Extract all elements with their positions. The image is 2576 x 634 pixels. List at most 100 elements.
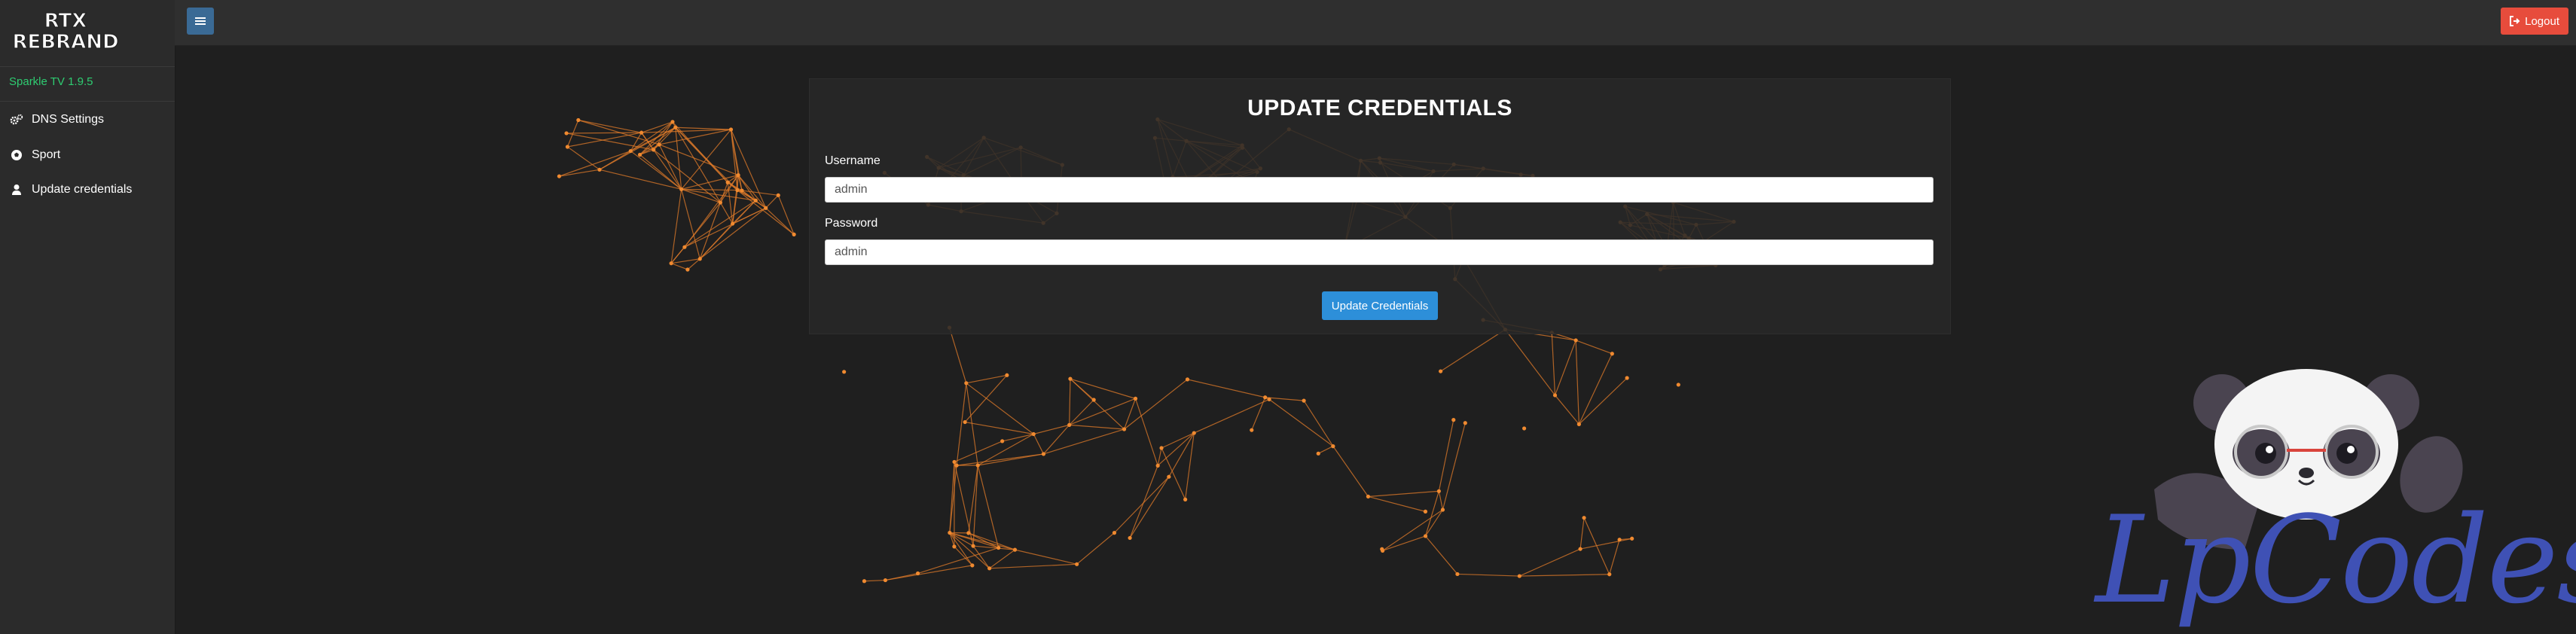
network-node (966, 531, 971, 535)
username-label: Username (825, 154, 881, 167)
network-line (1268, 398, 1334, 447)
network-line (1425, 509, 1443, 537)
network-node (597, 167, 602, 172)
network-line (1043, 428, 1125, 455)
network-node (685, 267, 690, 272)
network-node (862, 579, 867, 584)
network-line (972, 465, 978, 547)
network-line (1157, 432, 1195, 466)
update-credentials-button[interactable]: Update Credentials (1322, 291, 1438, 320)
sidebar-item-label: Sport (32, 148, 61, 161)
network-node (1576, 422, 1581, 426)
network-node (1607, 572, 1612, 577)
network-node (1005, 373, 1009, 377)
network-line (1504, 329, 1555, 396)
network-line (684, 207, 766, 248)
sidebar-item-sport[interactable]: Sport (0, 139, 175, 172)
rtx-rebrand-logo: RTX REBRAND (12, 9, 119, 53)
network-line (1069, 398, 1136, 425)
network-line (1575, 340, 1579, 425)
lpcodes-watermark: LpCodes (2086, 361, 2576, 630)
network-line (1194, 398, 1270, 434)
sidebar-item-update-credentials[interactable]: Update credentials (0, 173, 175, 206)
network-node (952, 459, 957, 465)
logo[interactable]: RTX REBRAND (9, 8, 122, 54)
network-node (1192, 431, 1196, 435)
sidebar-item-dns-settings[interactable]: DNS Settings (0, 103, 175, 136)
logout-button[interactable]: Logout (2501, 8, 2568, 35)
sidebar-item-label: DNS Settings (32, 113, 105, 126)
network-node (679, 187, 684, 191)
network-node (1068, 376, 1073, 381)
network-line (989, 563, 1077, 569)
cogs-icon (8, 114, 26, 126)
network-node (1440, 508, 1445, 512)
network-node (669, 261, 673, 266)
network-line (1185, 433, 1195, 500)
network-line (1609, 539, 1620, 575)
network-line (1002, 433, 1034, 442)
svg-text:REBRAND: REBRAND (12, 31, 118, 53)
network-line (972, 545, 990, 569)
network-line (1332, 446, 1369, 497)
network-line (1554, 340, 1576, 396)
network-line (954, 546, 973, 566)
network-node (557, 174, 562, 178)
network-node (963, 419, 967, 425)
network-line (1457, 573, 1520, 577)
network-line (1555, 395, 1579, 425)
network-node (1617, 538, 1622, 542)
network-node (735, 187, 740, 193)
network-node (564, 131, 569, 136)
network-line (965, 421, 1034, 435)
hamburger-icon (195, 17, 206, 25)
sidebar-divider (0, 101, 175, 102)
menu-toggle-button[interactable] (187, 8, 214, 35)
network-node (1517, 574, 1521, 578)
network-node (1112, 531, 1117, 535)
network-node (1423, 534, 1428, 538)
network-node (1630, 536, 1634, 541)
network-line (567, 132, 642, 148)
network-node (954, 463, 959, 468)
network-line (1425, 535, 1458, 575)
network-node (883, 578, 888, 583)
network-node (1366, 494, 1371, 499)
network-node (1316, 451, 1320, 456)
username-input[interactable] (825, 177, 1934, 203)
network-line (1579, 517, 1585, 550)
network-node (652, 148, 656, 152)
network-node (670, 120, 675, 124)
network-line (1076, 532, 1115, 565)
network-line (885, 565, 972, 581)
network-node (736, 173, 740, 178)
network-node (1610, 352, 1614, 356)
network-node (971, 544, 975, 548)
network-line (1368, 490, 1439, 498)
network-line (1129, 465, 1158, 538)
network-node (1436, 489, 1441, 493)
network-node (1522, 426, 1527, 431)
sidebar-divider (0, 66, 175, 67)
network-node (915, 571, 920, 576)
network-node (1250, 428, 1254, 432)
network-node (952, 544, 957, 549)
network-node (728, 127, 734, 132)
network-line (1134, 398, 1158, 466)
network-node (1031, 431, 1036, 437)
network-line (954, 440, 1003, 462)
network-node (1012, 547, 1018, 552)
network-line (968, 465, 978, 533)
page-title: UPDATE CREDENTIALS (1247, 96, 1512, 120)
network-node (975, 463, 980, 468)
network-line (989, 549, 1015, 569)
network-node (1000, 439, 1005, 443)
password-input[interactable] (825, 239, 1934, 265)
network-node (1451, 418, 1456, 422)
network-line (1033, 434, 1044, 455)
network-line (1438, 491, 1444, 511)
network-node (1091, 398, 1096, 402)
network-line (578, 119, 642, 133)
network-node (753, 198, 758, 203)
watermark-text: LpCodes (2095, 489, 2576, 630)
